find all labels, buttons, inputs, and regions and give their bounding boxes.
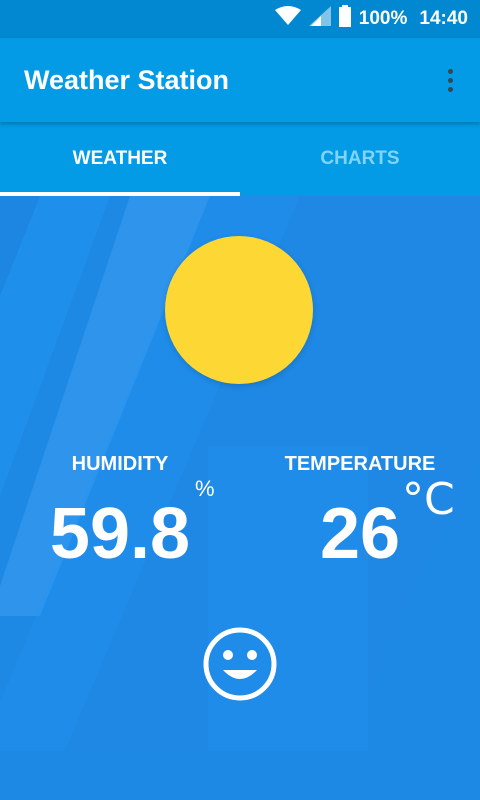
smiley-face-icon <box>203 627 277 701</box>
battery-icon <box>338 5 351 33</box>
humidity-label: HUMIDITY <box>71 453 169 475</box>
status-bar: 100% 14:40 <box>0 0 480 38</box>
weather-panel: HUMIDITY 59.8 % TEMPERATURE 26 °C <box>0 196 480 800</box>
overflow-menu-icon[interactable] <box>438 60 462 100</box>
app-title: Weather Station <box>24 64 230 95</box>
temperature-unit: °C <box>402 474 455 525</box>
tab-weather[interactable]: WEATHER <box>0 122 240 196</box>
sun-icon <box>165 236 313 384</box>
app-root: 100% 14:40 Weather Station WEATHER CHART… <box>0 0 480 800</box>
temperature-label: TEMPERATURE <box>284 453 436 475</box>
signal-icon <box>308 6 331 32</box>
humidity-value: 59.8 <box>49 494 191 574</box>
battery-percent: 100% <box>358 8 408 29</box>
active-tab-indicator <box>0 192 240 196</box>
tab-charts[interactable]: CHARTS <box>240 122 480 196</box>
tab-bar: WEATHER CHARTS <box>0 122 480 196</box>
clock: 14:40 <box>419 8 468 29</box>
wifi-icon <box>274 6 301 32</box>
humidity-unit: % <box>195 476 215 501</box>
app-bar: Weather Station <box>0 38 480 122</box>
